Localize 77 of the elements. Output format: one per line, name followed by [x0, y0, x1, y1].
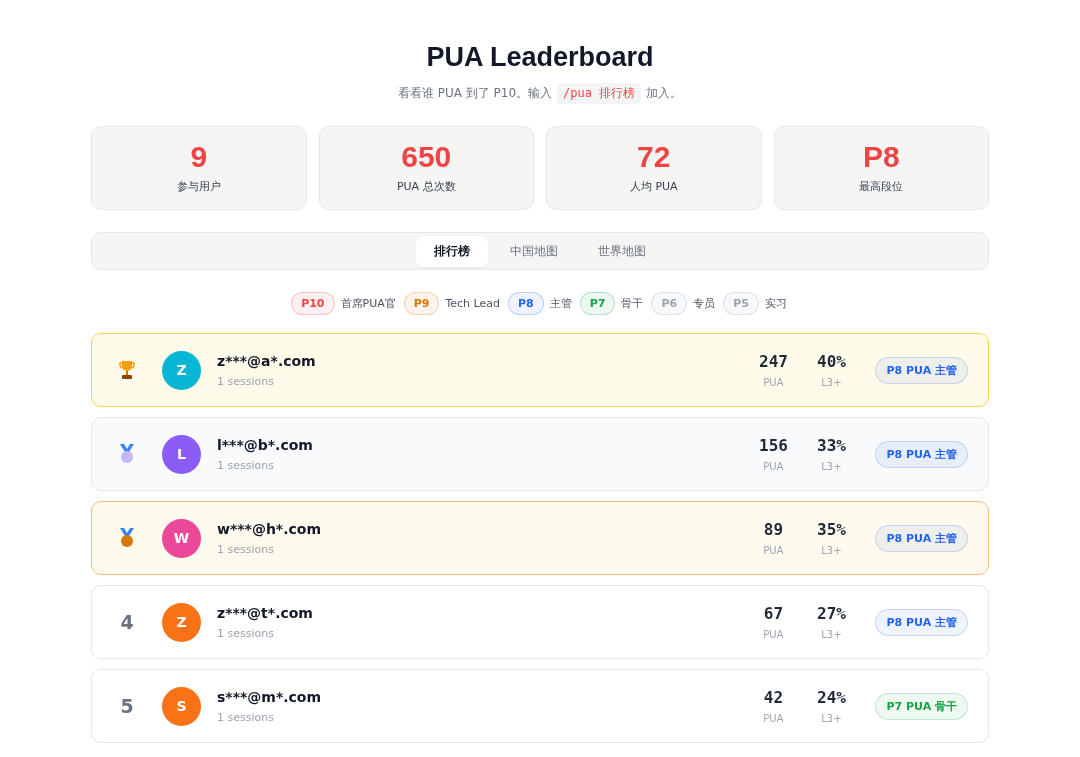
pua-label: PUA [762, 545, 785, 556]
session-count: 1 sessions [217, 710, 275, 724]
avatar: L [162, 434, 201, 474]
l3-percent: 24% [816, 688, 847, 707]
tab[interactable]: 排行榜 [416, 235, 488, 267]
tier-pill: P5 [723, 292, 759, 315]
tier-pill: P8 [508, 292, 544, 315]
user-email: l***@b*.com [217, 436, 314, 453]
subtitle-text: 看看谁 PUA 到了 P10。输入 [397, 85, 553, 102]
stat-value: 650 [401, 142, 452, 172]
leaderboard-row[interactable]: L l***@b*.com 1 sessions 156 PUA 33% L3+ P8 PUA 主管 [91, 417, 989, 491]
user-email: z***@a*.com [217, 352, 317, 369]
avatar: W [162, 518, 201, 558]
tier-label: 骨干 [621, 296, 644, 311]
rank-number: 4 [120, 611, 134, 633]
tier-pill: P10 [291, 292, 335, 315]
pua-count: 156 [758, 436, 789, 455]
tier-label: 主管 [549, 296, 572, 311]
pua-label: PUA [762, 377, 785, 388]
avatar: S [162, 686, 201, 726]
leaderboard-row[interactable]: Z z***@a*.com 1 sessions 247 PUA 40% L3+ P8 PUA 主管 [91, 333, 989, 407]
session-count: 1 sessions [217, 626, 275, 640]
l3-label: L3+ [820, 629, 843, 640]
session-count: 1 sessions [217, 458, 275, 472]
user-email: s***@m*.com [217, 688, 323, 705]
user-email: w***@h*.com [217, 520, 322, 537]
tier-badge: P8 PUA 主管 [875, 356, 968, 384]
command-code: /pua 排行榜 [557, 83, 642, 104]
tier-pill: P7 [579, 292, 616, 315]
l3-label: L3+ [820, 377, 843, 388]
pua-label: PUA [762, 629, 785, 640]
tier-badge: P8 PUA 主管 [875, 524, 968, 552]
pua-count: 42 [762, 688, 785, 707]
tier-label: 专员 [693, 296, 716, 311]
avatar: Z [162, 602, 201, 642]
stat-label: PUA 总次数 [396, 179, 456, 194]
pua-count: 247 [758, 352, 789, 371]
l3-percent: 35% [816, 520, 847, 539]
stat-label: 人均 PUA [629, 179, 678, 194]
tab[interactable]: 中国地图 [492, 235, 576, 267]
stat-value: 9 [190, 142, 208, 172]
avatar: Z [162, 350, 201, 390]
l3-label: L3+ [820, 545, 843, 556]
tier-label: 实习 [764, 296, 787, 311]
stat-value: P8 [862, 142, 900, 172]
stat-value: 72 [637, 142, 671, 172]
page-title: PUA Leaderboard [425, 42, 655, 73]
stat-label: 参与用户 [176, 179, 221, 194]
l3-label: L3+ [820, 461, 843, 472]
rank-number: 5 [120, 695, 134, 717]
pua-label: PUA [762, 461, 785, 472]
l3-label: L3+ [820, 713, 843, 724]
l3-percent: 27% [816, 604, 847, 623]
subtitle-text: 加入。 [646, 85, 683, 102]
tier-badge: P8 PUA 主管 [875, 608, 968, 636]
tier-badge: P8 PUA 主管 [875, 440, 968, 468]
tier-badge: P7 PUA 骨干 [875, 692, 968, 720]
pua-count: 67 [762, 604, 785, 623]
pua-count: 89 [762, 520, 785, 539]
leaderboard-row[interactable]: 5 S s***@m*.com 1 sessions 42 PUA 24% L3+ P7 PUA 骨干 [91, 669, 989, 743]
medal-icon [119, 444, 135, 464]
leaderboard-row[interactable]: 4 Z z***@t*.com 1 sessions 67 PUA 27% L3+ P8 PUA 主管 [91, 585, 989, 659]
medal-icon [119, 528, 135, 548]
tier-label: Tech Lead [445, 297, 500, 310]
session-count: 1 sessions [217, 374, 275, 388]
trophy-icon [119, 360, 135, 380]
tier-label: 首席PUA官 [340, 296, 396, 311]
user-email: z***@t*.com [217, 604, 314, 621]
pua-label: PUA [762, 713, 785, 724]
session-count: 1 sessions [217, 542, 275, 556]
tier-pill: P9 [403, 292, 440, 315]
l3-percent: 33% [816, 436, 847, 455]
tier-pill: P6 [651, 292, 688, 315]
leaderboard-row[interactable]: W w***@h*.com 1 sessions 89 PUA 35% L3+ P8 PUA 主管 [91, 501, 989, 575]
l3-percent: 40% [816, 352, 847, 371]
tab[interactable]: 世界地图 [580, 235, 664, 267]
stat-label: 最高段位 [859, 179, 904, 194]
